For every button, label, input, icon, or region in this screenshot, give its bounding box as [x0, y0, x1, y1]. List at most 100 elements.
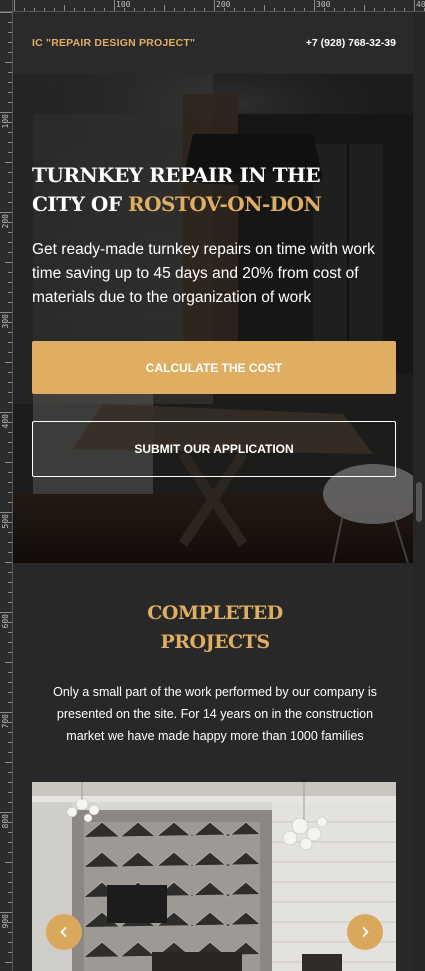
phone-link[interactable]: +7 (928) 768-32-39: [306, 37, 396, 49]
ruler-tick: [8, 502, 12, 503]
slider-prev-button[interactable]: [46, 914, 82, 950]
ruler-tick: [5, 462, 12, 463]
ruler-tick: [8, 832, 12, 833]
ruler-tick: [8, 872, 12, 873]
ruler-tick: [8, 202, 12, 203]
ruler-corner: [0, 0, 13, 12]
ruler-tick: [8, 352, 12, 353]
ruler-tick: [5, 62, 12, 63]
ruler-tick: [8, 892, 12, 893]
ruler-tick: [8, 902, 12, 903]
ruler-tick: [8, 572, 12, 573]
ruler-label: 300: [316, 0, 331, 9]
ruler-tick: [8, 392, 12, 393]
hero-title-line1: TURNKEY REPAIR IN THE: [32, 163, 321, 187]
ruler-label: 300: [1, 314, 10, 329]
ruler-tick: [8, 132, 12, 133]
ruler-tick: [184, 8, 185, 11]
ruler-tick: [264, 5, 265, 11]
ruler-tick: [8, 532, 12, 533]
ruler-tick: [404, 8, 405, 11]
hero-title: TURNKEY REPAIR IN THE CITY OF ROSTOV-ON-…: [32, 161, 392, 219]
site-header: IC "REPAIR DESIGN PROJECT" +7 (928) 768-…: [13, 12, 413, 74]
ruler-tick: [5, 562, 12, 563]
submit-application-button[interactable]: SUBMIT OUR APPLICATION: [32, 421, 396, 477]
ruler-tick: [344, 8, 345, 11]
ruler-tick: [8, 672, 12, 673]
ruler-tick: [8, 642, 12, 643]
ruler-tick: [8, 342, 12, 343]
ruler-tick: [8, 382, 12, 383]
ruler-tick: [104, 8, 105, 11]
calculate-cost-button[interactable]: CALCULATE THE COST: [32, 341, 396, 394]
ruler-tick: [8, 802, 12, 803]
chevron-left-icon: [60, 927, 67, 937]
hero-title-city: ROSTOV-ON-DON: [127, 192, 322, 216]
ruler-label: 900: [1, 914, 10, 929]
ruler-tick: [234, 8, 235, 11]
ruler-label: 400: [416, 0, 425, 9]
ruler-tick: [8, 32, 12, 33]
ruler-tick: [54, 8, 55, 11]
ruler-tick: [8, 882, 12, 883]
brand-logo-text[interactable]: IC "REPAIR DESIGN PROJECT": [32, 37, 195, 49]
ruler-tick: [8, 242, 12, 243]
ruler-tick: [8, 542, 12, 543]
ruler-tick: [94, 8, 95, 11]
ruler-tick: [354, 8, 355, 11]
ruler-tick: [394, 8, 395, 11]
ruler-tick: [254, 8, 255, 11]
project-photo: [32, 782, 396, 971]
ruler-tick: [8, 602, 12, 603]
ruler-tick: [0, 912, 12, 913]
ruler-tick: [0, 612, 12, 613]
ruler-tick: [0, 712, 12, 713]
ruler-tick: [8, 72, 12, 73]
ruler-label: 200: [216, 0, 231, 9]
ruler-tick: [8, 332, 12, 333]
ruler-tick: [8, 692, 12, 693]
ruler-tick: [284, 8, 285, 11]
ruler-tick: [8, 42, 12, 43]
ruler-tick: [0, 12, 12, 13]
ruler-tick: [364, 5, 365, 11]
ruler-tick: [5, 662, 12, 663]
ruler-tick: [194, 8, 195, 11]
ruler-tick: [8, 252, 12, 253]
ruler-label: 400: [1, 414, 10, 429]
ruler-tick: [8, 452, 12, 453]
ruler-tick: [8, 82, 12, 83]
ruler-label: 800: [1, 814, 10, 829]
ruler-tick: [314, 0, 315, 11]
ruler-tick: [8, 732, 12, 733]
ruler-tick: [44, 8, 45, 11]
ruler-tick: [8, 22, 12, 23]
ruler-label: 700: [1, 714, 10, 729]
page-scrollbar[interactable]: [413, 12, 425, 971]
slider-next-button[interactable]: [347, 914, 383, 950]
ruler-tick: [274, 8, 275, 11]
ruler-tick: [8, 472, 12, 473]
ruler-tick: [8, 302, 12, 303]
ruler-tick: [134, 8, 135, 11]
ruler-tick: [8, 172, 12, 173]
ruler-tick: [8, 592, 12, 593]
ruler-tick: [74, 8, 75, 11]
ruler-label: 200: [1, 214, 10, 229]
ruler-tick: [8, 582, 12, 583]
ruler-label: 600: [1, 614, 10, 629]
hero-section: TURNKEY REPAIR IN THE CITY OF ROSTOV-ON-…: [13, 74, 413, 563]
ruler-tick: [144, 8, 145, 11]
ruler-tick: [8, 942, 12, 943]
scrollbar-thumb[interactable]: [416, 482, 422, 522]
ruler-tick: [8, 772, 12, 773]
projects-slider: [32, 782, 396, 971]
ruler-tick: [8, 282, 12, 283]
ruler-tick: [8, 432, 12, 433]
ruler-tick: [8, 632, 12, 633]
ruler-tick: [334, 8, 335, 11]
ruler-tick: [154, 8, 155, 11]
ruler-tick: [0, 512, 12, 513]
projects-title: COMPLETED PROJECTS: [13, 599, 417, 657]
ruler-tick: [8, 702, 12, 703]
